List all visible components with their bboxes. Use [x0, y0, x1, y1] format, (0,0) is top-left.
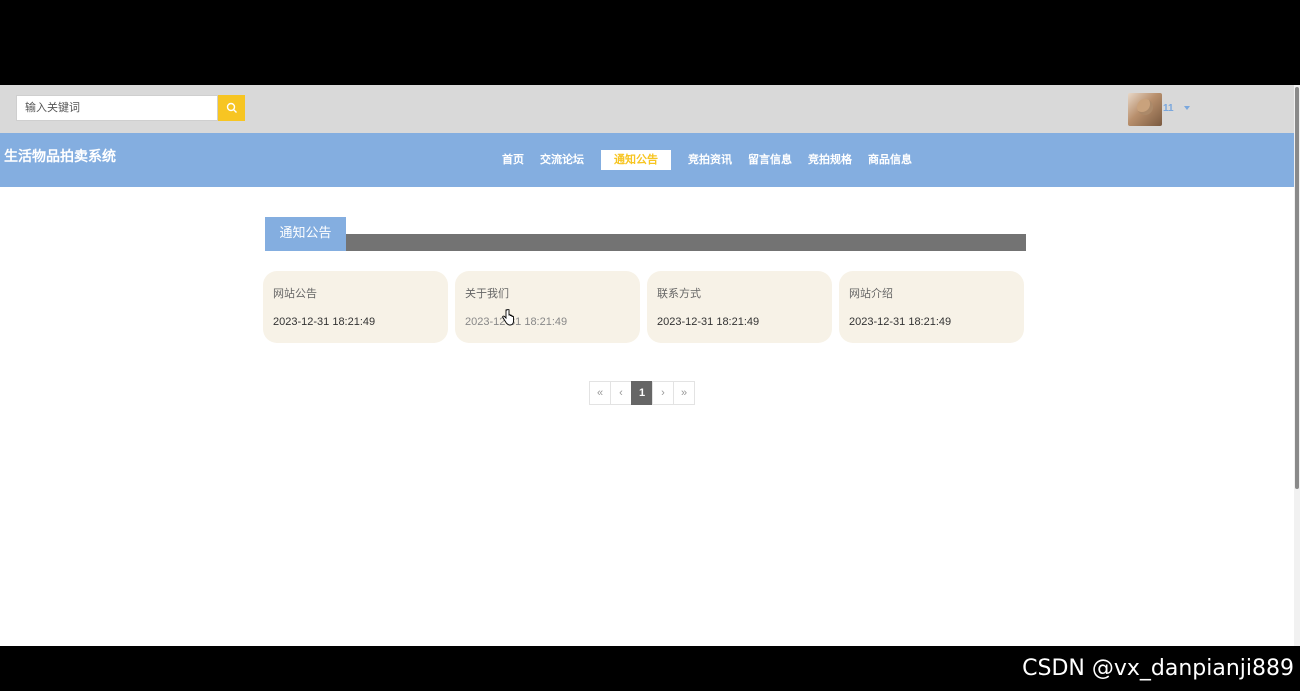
section-title: 通知公告: [265, 217, 346, 251]
nav-item-messages[interactable]: 留言信息: [746, 150, 794, 170]
notice-card-title: 网站介绍: [849, 287, 893, 300]
search-button[interactable]: [218, 95, 245, 121]
search-icon: [226, 102, 237, 113]
pagination-current-page[interactable]: 1: [631, 381, 653, 405]
site-title: 生活物品拍卖系统: [4, 149, 116, 165]
notice-card-date: 2023-12-31 18:21:49: [849, 316, 952, 328]
notice-card-title: 关于我们: [465, 287, 509, 300]
notice-card-date: 2023-12-31 18:21:49: [657, 316, 760, 328]
notice-card[interactable]: 网站公告 2023-12-31 18:21:49: [263, 271, 448, 343]
nav-item-home[interactable]: 首页: [498, 150, 528, 170]
avatar[interactable]: [1128, 93, 1162, 126]
nav-item-auction-rules[interactable]: 竞拍规格: [806, 150, 854, 170]
pagination-last-button[interactable]: »: [673, 381, 695, 405]
notice-card[interactable]: 网站介绍 2023-12-31 18:21:49: [839, 271, 1024, 343]
notice-card-date: 2023-12-31 18:21:49: [465, 316, 568, 328]
nav-item-forum[interactable]: 交流论坛: [538, 150, 586, 170]
main-navbar: 生活物品拍卖系统 首页 交流论坛 通知公告 竞拍资讯 留言信息 竞拍规格 商品信…: [0, 133, 1294, 187]
browser-viewport: 输入关键词 11 生活物品拍卖系统 首页 交流论坛 通知公告 竞拍资讯 留言信息…: [0, 85, 1300, 646]
chevron-down-icon[interactable]: [1184, 106, 1190, 110]
pagination-prev-button[interactable]: ‹: [610, 381, 632, 405]
notice-card[interactable]: 关于我们 2023-12-31 18:21:49: [455, 271, 640, 343]
hand-cursor-icon: [502, 309, 514, 326]
notice-card-title: 网站公告: [273, 287, 317, 300]
nav-item-notices[interactable]: 通知公告: [601, 150, 671, 170]
nav-item-auction-news[interactable]: 竞拍资讯: [686, 150, 734, 170]
top-search-bar: 输入关键词 11: [0, 85, 1294, 133]
scrollbar-thumb[interactable]: [1295, 87, 1299, 489]
pagination-first-button[interactable]: «: [589, 381, 611, 405]
notice-card[interactable]: 联系方式 2023-12-31 18:21:49: [647, 271, 832, 343]
search-input[interactable]: 输入关键词: [16, 95, 218, 121]
pagination-next-button[interactable]: ›: [652, 381, 674, 405]
notice-card-date: 2023-12-31 18:21:49: [273, 316, 376, 328]
section-divider: [345, 234, 1026, 251]
user-name[interactable]: 11: [1163, 103, 1174, 114]
watermark: CSDN @vx_danpianji889: [1022, 656, 1294, 681]
pagination: « ‹ 1 › »: [589, 381, 695, 405]
notice-card-title: 联系方式: [657, 287, 701, 300]
nav-item-products[interactable]: 商品信息: [866, 150, 914, 170]
